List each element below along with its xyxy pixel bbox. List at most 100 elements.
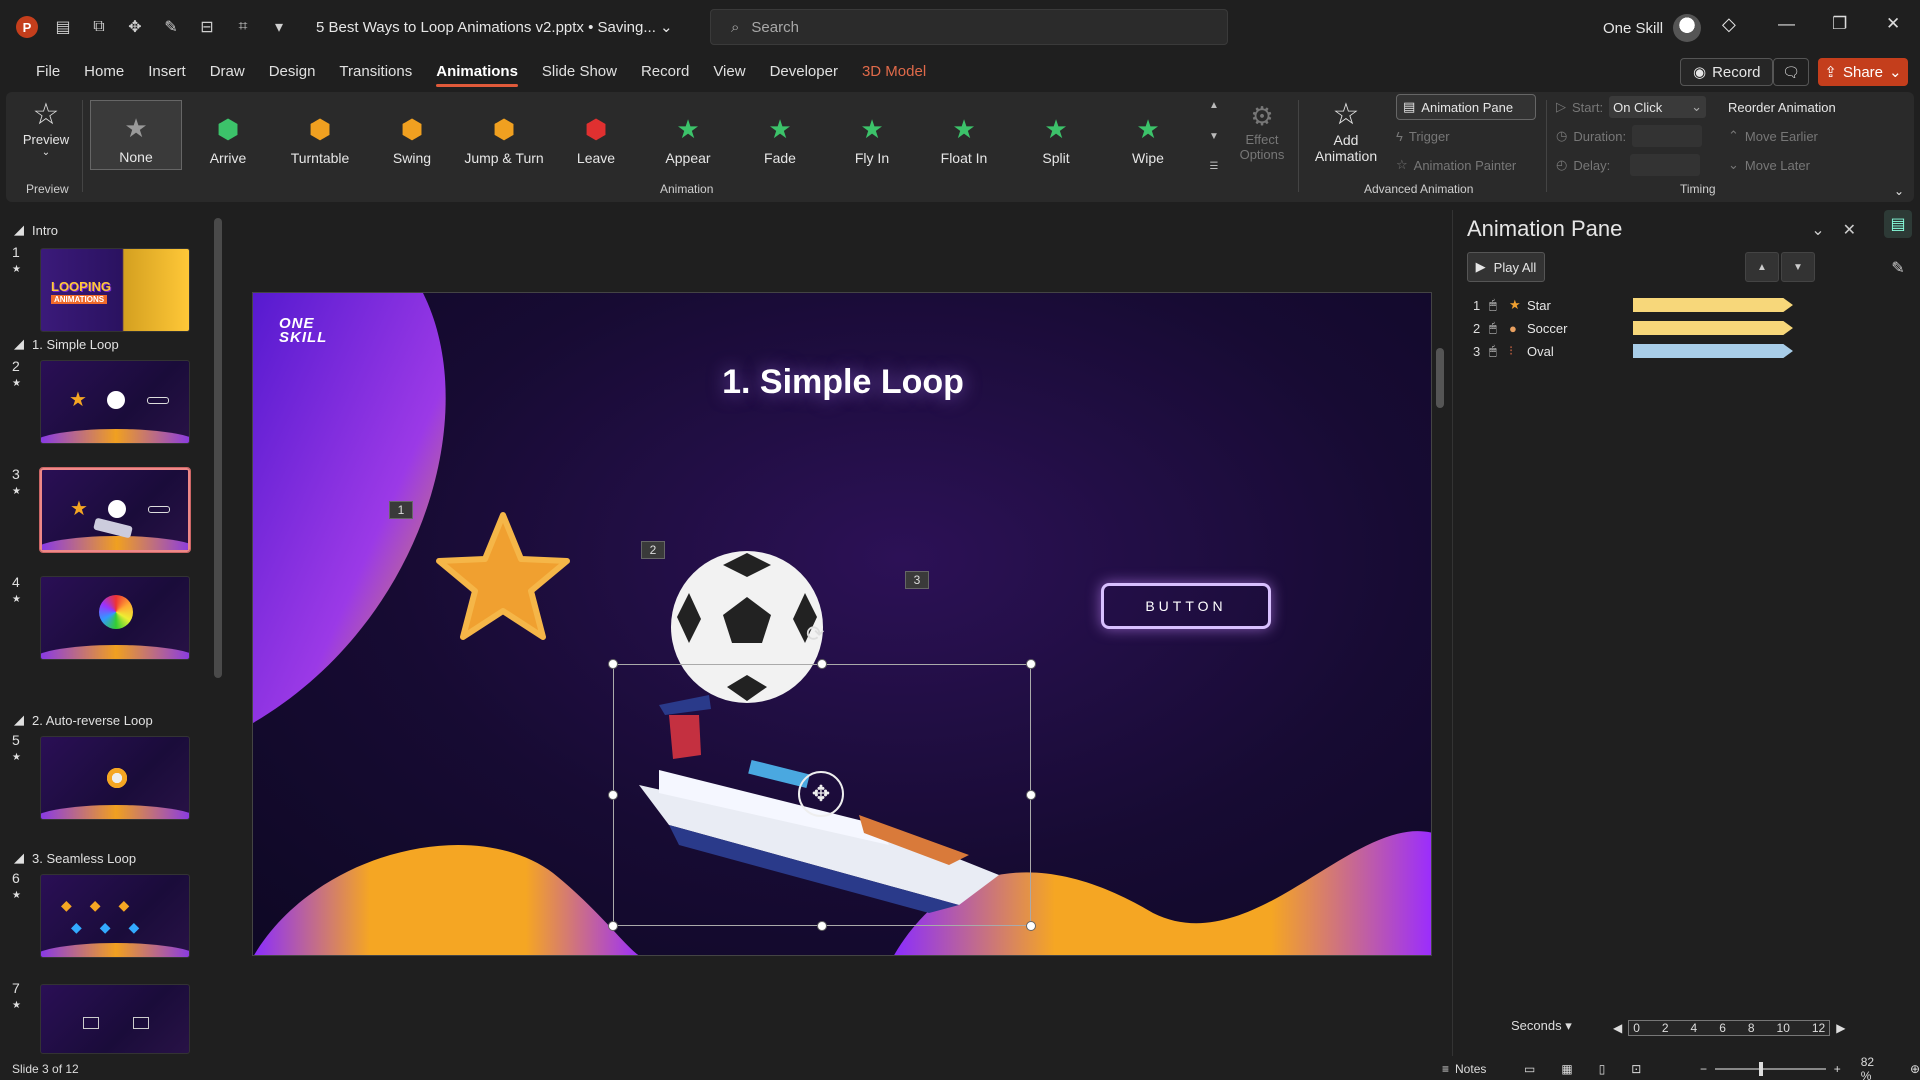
- animation-tag-1[interactable]: 1: [389, 501, 413, 519]
- animation-float-in[interactable]: ★ Float In: [918, 100, 1010, 170]
- zoom-slider[interactable]: [1715, 1062, 1826, 1076]
- animation-tag-3[interactable]: 3: [905, 571, 929, 589]
- notes-button[interactable]: ≡ Notes: [1442, 1062, 1486, 1076]
- timeline-bar[interactable]: [1633, 298, 1819, 312]
- tab-file[interactable]: File: [24, 54, 72, 90]
- slide-thumbnail-5[interactable]: [40, 736, 190, 820]
- animation-tag-2[interactable]: 2: [641, 541, 665, 559]
- record-button[interactable]: ◉ Record: [1680, 58, 1774, 86]
- slide-thumbnail-7[interactable]: [40, 984, 190, 1054]
- close-icon[interactable]: ✕: [1843, 220, 1856, 240]
- document-title[interactable]: 5 Best Ways to Loop Animations v2.pptx •…: [316, 18, 673, 36]
- move-earlier-button[interactable]: ⌃ Move Earlier: [1728, 123, 1878, 149]
- zoom-out-icon[interactable]: −: [1700, 1062, 1707, 1076]
- triangle-right-icon[interactable]: ▶: [1836, 1021, 1845, 1035]
- tab-view[interactable]: View: [701, 54, 757, 90]
- move-down-button[interactable]: ▼: [1781, 252, 1815, 282]
- play-all-button[interactable]: ▶ Play All: [1467, 252, 1545, 282]
- resize-handle[interactable]: [1026, 659, 1036, 669]
- animation-item[interactable]: 2 🖱 ● Soccer: [1473, 317, 1853, 339]
- move-up-button[interactable]: ▲: [1745, 252, 1779, 282]
- timeline-bar[interactable]: [1633, 321, 1819, 335]
- tab-design[interactable]: Design: [257, 54, 328, 90]
- timeline-bar[interactable]: [1633, 344, 1819, 358]
- share-button[interactable]: ⇪ Share ⌄: [1818, 58, 1908, 86]
- section-simple-loop[interactable]: ◢ 1. Simple Loop: [14, 336, 119, 352]
- slideshow-icon[interactable]: ⊡: [1631, 1062, 1641, 1076]
- animation-split[interactable]: ★ Split: [1010, 100, 1102, 170]
- effect-options-button[interactable]: ⚙ Effect Options: [1234, 100, 1290, 162]
- slide-thumbnail-3[interactable]: ★: [39, 467, 191, 553]
- animation-appear[interactable]: ★ Appear: [642, 100, 734, 170]
- resize-handle[interactable]: [1026, 790, 1036, 800]
- rotate-handle-icon[interactable]: ⟳: [806, 621, 824, 647]
- chevron-down-icon[interactable]: ▼: [1209, 131, 1219, 142]
- delay-input[interactable]: [1630, 154, 1701, 176]
- animation-pane-button[interactable]: ▤ Animation Pane: [1396, 94, 1536, 120]
- preview-button[interactable]: ☆ Preview ⌄: [16, 98, 76, 158]
- slide-sorter-icon[interactable]: ▦: [1561, 1062, 1572, 1076]
- 3d-rotate-icon[interactable]: ✥: [798, 771, 844, 817]
- user-account[interactable]: One Skill: [1603, 14, 1702, 42]
- seconds-dropdown[interactable]: Seconds ▾: [1511, 1018, 1572, 1034]
- tab-3d-model[interactable]: 3D Model: [850, 54, 938, 90]
- animation-fly-in[interactable]: ★ Fly In: [826, 100, 918, 170]
- add-animation-button[interactable]: ☆ Add Animation: [1306, 98, 1386, 164]
- scroll-thumb[interactable]: [1436, 348, 1444, 408]
- comments-button[interactable]: 🗨: [1773, 58, 1809, 86]
- selection-box[interactable]: ⟳ ✥: [608, 621, 1036, 931]
- crop-icon[interactable]: ⌗: [232, 18, 254, 36]
- slide-title[interactable]: 1. Simple Loop: [253, 363, 1431, 402]
- tab-record[interactable]: Record: [629, 54, 701, 90]
- animation-pane-quick-icon[interactable]: ⊟: [196, 17, 218, 37]
- autosave-icon[interactable]: ▤: [52, 17, 74, 37]
- restore-icon[interactable]: ❐: [1832, 14, 1847, 34]
- tab-home[interactable]: Home: [72, 54, 136, 90]
- tab-draw[interactable]: Draw: [198, 54, 257, 90]
- customize-toolbar-icon[interactable]: ▾: [268, 17, 290, 37]
- slide-3[interactable]: ONE SKILL 1. Simple Loop 1 2 3 BUTTON ⟳ ✥: [252, 292, 1432, 956]
- search-input[interactable]: ⌕ Search: [710, 9, 1228, 45]
- normal-view-icon[interactable]: ▭: [1524, 1062, 1535, 1076]
- tab-transitions[interactable]: Transitions: [327, 54, 424, 90]
- animation-jump-turn[interactable]: ⬢ Jump & Turn: [458, 100, 550, 170]
- animation-leave[interactable]: ⬢ Leave: [550, 100, 642, 170]
- tab-slide-show[interactable]: Slide Show: [530, 54, 629, 90]
- thumbnail-scrollbar[interactable]: [214, 218, 222, 678]
- designer-icon[interactable]: ✎: [1884, 254, 1912, 282]
- resize-handle[interactable]: [608, 921, 618, 931]
- resize-handle[interactable]: [817, 659, 827, 669]
- zoom-level[interactable]: 82 %: [1861, 1055, 1886, 1080]
- resize-handle[interactable]: [608, 790, 618, 800]
- canvas-scrollbar[interactable]: [1436, 218, 1444, 1018]
- resize-handle[interactable]: [1026, 921, 1036, 931]
- animation-wipe[interactable]: ★ Wipe: [1102, 100, 1194, 170]
- triangle-left-icon[interactable]: ◀: [1613, 1021, 1622, 1035]
- trigger-button[interactable]: ϟ Trigger: [1396, 123, 1536, 149]
- animation-item[interactable]: 3 🖱 ⁝ Oval: [1473, 340, 1853, 362]
- slide-thumbnail-6[interactable]: ◆◆◆ ◆◆◆: [40, 874, 190, 958]
- start-select[interactable]: On Click ⌄: [1609, 96, 1706, 118]
- animation-item[interactable]: 1 🖱 ★ Star: [1473, 294, 1853, 316]
- button-shape[interactable]: BUTTON: [1101, 583, 1271, 629]
- animation-turntable[interactable]: ⬢ Turntable: [274, 100, 366, 170]
- tab-insert[interactable]: Insert: [136, 54, 198, 90]
- reading-view-icon[interactable]: ▯: [1599, 1062, 1606, 1076]
- zoom-in-icon[interactable]: +: [1834, 1062, 1841, 1076]
- animation-pane-toggle-icon[interactable]: ▤: [1884, 210, 1912, 238]
- chevron-up-icon[interactable]: ▲: [1209, 100, 1219, 111]
- move-later-button[interactable]: ⌄ Move Later: [1728, 152, 1878, 178]
- draw-icon[interactable]: ✎: [160, 17, 182, 37]
- expand-gallery-icon[interactable]: ☰: [1210, 161, 1219, 172]
- section-auto-reverse-loop[interactable]: ◢ 2. Auto-reverse Loop: [14, 712, 153, 728]
- slide-thumbnail-2[interactable]: ★: [40, 360, 190, 444]
- animation-fade[interactable]: ★ Fade: [734, 100, 826, 170]
- resize-handle[interactable]: [817, 921, 827, 931]
- duration-input[interactable]: [1632, 125, 1703, 147]
- star-shape[interactable]: [433, 509, 573, 644]
- zoom-knob[interactable]: [1759, 1062, 1764, 1076]
- slide-thumbnail-4[interactable]: [40, 576, 190, 660]
- section-intro[interactable]: ◢ Intro: [14, 222, 58, 238]
- chevron-down-icon[interactable]: ⌄: [1811, 220, 1824, 240]
- slide-thumbnail-1[interactable]: LOOPING ANIMATIONS: [40, 248, 190, 332]
